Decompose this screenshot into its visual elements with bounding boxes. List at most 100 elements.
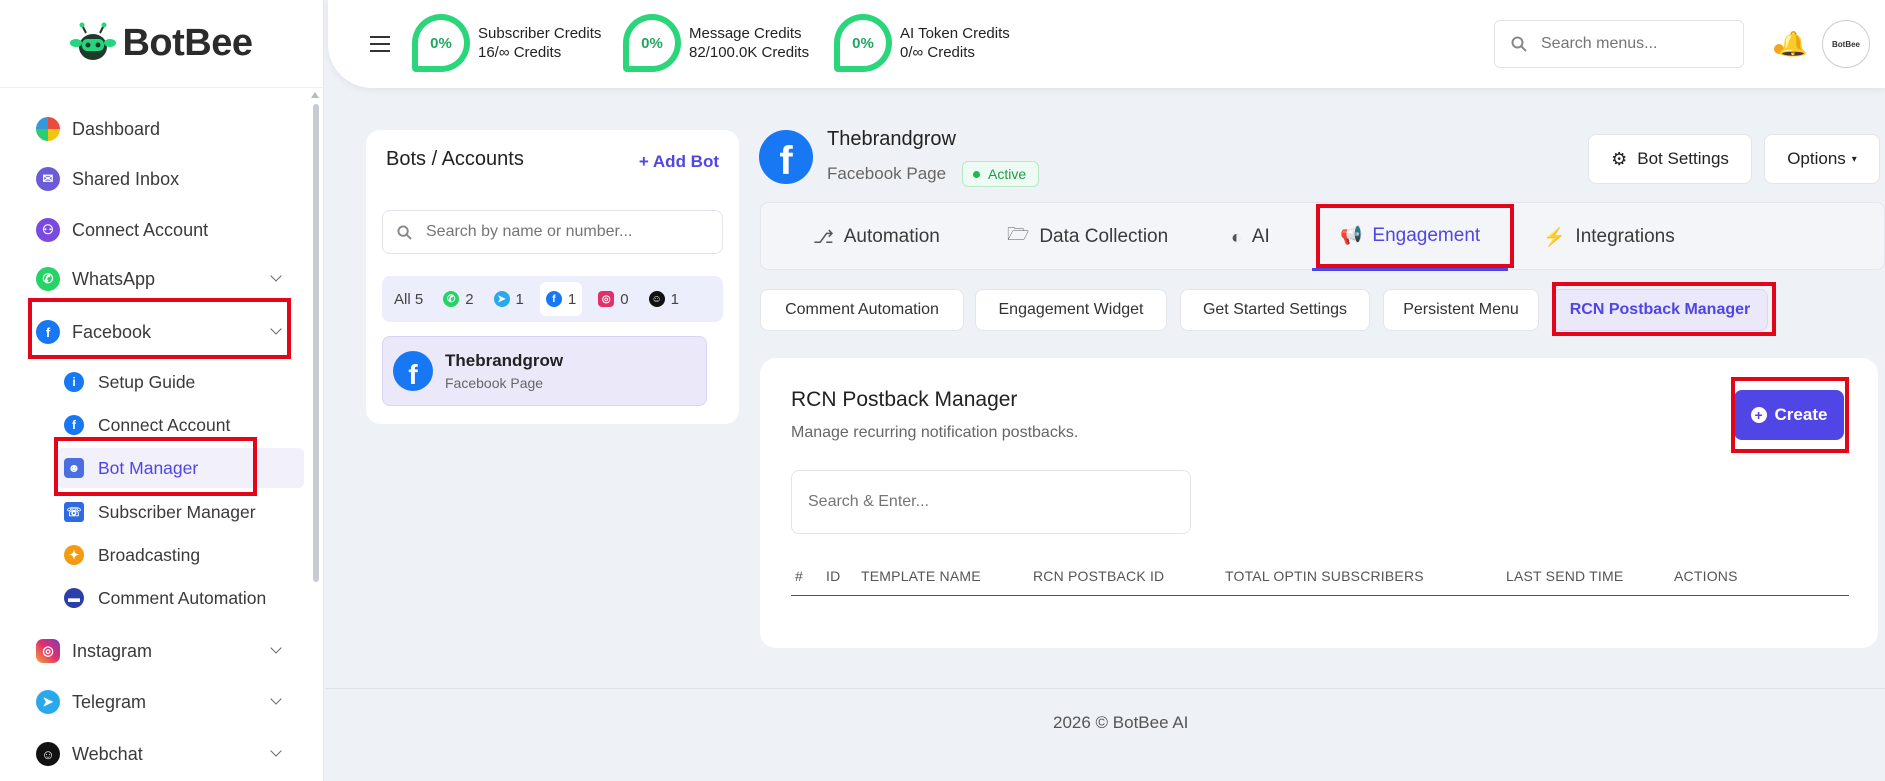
subtab-rcn-postback-manager[interactable]: RCN Postback Manager (1552, 289, 1768, 331)
credit-progress-ring: 0% (623, 14, 681, 72)
subtab-comment-automation[interactable]: Comment Automation (760, 289, 964, 331)
column-header[interactable]: RCN POSTBACK ID (1033, 568, 1164, 584)
folder-icon: 🗁 (1007, 224, 1030, 244)
filter-facebook[interactable]: f1 (539, 282, 583, 316)
filter-webchat[interactable]: ☺ 1 (645, 282, 683, 316)
filter-instagram[interactable]: ◎ 0 (594, 282, 632, 316)
subscriber-icon: ☏ (64, 502, 84, 522)
tab-data-collection[interactable]: 🗁 Data Collection (1007, 203, 1168, 271)
filter-count: 2 (465, 290, 474, 308)
megaphone-icon: 📢 (1340, 225, 1363, 245)
menu-search-input[interactable] (1541, 35, 1721, 53)
sidebar-sub-label: Comment Automation (98, 587, 267, 608)
subtab-engagement-widget[interactable]: Engagement Widget (975, 289, 1167, 331)
robot-icon: ☻ (64, 458, 84, 478)
sidebar-sub-comment-automation[interactable]: ▬ Comment Automation (64, 578, 304, 618)
filter-whatsapp[interactable]: ✆ 2 (439, 282, 477, 316)
sidebar-sub-label: Subscriber Manager (98, 501, 256, 522)
facebook-icon: f (393, 351, 433, 391)
sidebar-scrollbar[interactable] (313, 104, 319, 582)
filter-count: 1 (567, 290, 577, 308)
column-header[interactable]: LAST SEND TIME (1506, 568, 1623, 584)
status-badge: Active (962, 161, 1040, 187)
bell-icon[interactable]: 🔔 (1778, 30, 1808, 59)
subtab-get-started-settings[interactable]: Get Started Settings (1180, 289, 1370, 331)
tab-ai[interactable]: ◐ AI (1231, 203, 1270, 271)
status-dot-icon (973, 170, 980, 178)
subtab-persistent-menu[interactable]: Persistent Menu (1383, 289, 1539, 331)
column-header[interactable]: ACTIONS (1674, 568, 1738, 584)
filter-all[interactable]: All 5 (390, 282, 427, 316)
sidebar-item-telegram[interactable]: ➤ Telegram (36, 682, 286, 722)
sidebar-sub-label: Setup Guide (98, 371, 196, 392)
sidebar-sub-setup-guide[interactable]: i Setup Guide (64, 362, 304, 402)
options-button[interactable]: Options ▾ (1764, 134, 1880, 184)
filter-count: 0 (620, 290, 629, 308)
table-search-input[interactable] (808, 493, 1168, 511)
sidebar-item-webchat[interactable]: ☺ Webchat (36, 734, 286, 774)
options-label: Options (1787, 149, 1846, 168)
plug-icon: ⚡ (1543, 226, 1566, 247)
table-search[interactable] (791, 470, 1191, 534)
bots-search-input[interactable] (426, 223, 706, 241)
brand-logo[interactable]: BotBee (0, 0, 323, 88)
sidebar-item-label: Connect Account (72, 219, 209, 240)
facebook-page-icon: f (759, 130, 813, 184)
sidebar: BotBee Dashboard ✉ Shared Inbox ⚇ Connec… (0, 0, 324, 781)
bots-title: Bots / Accounts (386, 148, 524, 170)
subscriber-credits: 0% Subscriber Credits 16/∞ Credits (412, 14, 601, 72)
bots-search[interactable] (382, 210, 723, 254)
filter-telegram[interactable]: ➤ 1 (490, 282, 528, 316)
search-icon (1511, 36, 1527, 52)
avatar[interactable]: BotBee (1822, 20, 1870, 68)
gear-icon: ⚙ (1611, 148, 1628, 169)
menu-search[interactable] (1494, 20, 1744, 68)
sidebar-item-facebook[interactable]: f Facebook (36, 312, 286, 352)
sidebar-item-label: WhatsApp (72, 268, 156, 289)
sidebar-item-connect-account[interactable]: ⚇ Connect Account (36, 210, 286, 250)
chevron-down-icon (270, 693, 282, 705)
filter-count: 5 (414, 290, 424, 308)
sidebar-item-label: Shared Inbox (72, 168, 180, 189)
facebook-icon: f (64, 415, 84, 435)
chevron-down-icon (270, 745, 282, 757)
bot-settings-label: Bot Settings (1637, 149, 1729, 168)
sidebar-sub-subscriber-manager[interactable]: ☏ Subscriber Manager (64, 492, 304, 532)
add-bot-button[interactable]: + Add Bot (639, 152, 719, 172)
tab-automation[interactable]: ⎇ Automation (813, 203, 940, 271)
sidebar-item-whatsapp[interactable]: ✆ WhatsApp (36, 259, 286, 299)
tab-engagement[interactable]: 📢 Engagement (1312, 203, 1509, 271)
footer-divider (325, 688, 1885, 689)
credit-value: 16/∞ Credits (478, 44, 562, 61)
sidebar-item-label: Dashboard (72, 118, 161, 139)
message-credits: 0% Message Credits 82/100.0K Credits (623, 14, 809, 72)
hamburger-menu-icon[interactable] (370, 36, 390, 52)
feature-tabs: ⎇ Automation 🗁 Data Collection ◐ AI 📢 En… (760, 202, 1885, 271)
bot-settings-button[interactable]: ⚙ Bot Settings (1588, 134, 1752, 184)
sidebar-item-dashboard[interactable]: Dashboard (36, 109, 286, 149)
chevron-down-icon (270, 323, 282, 335)
sidebar-item-label: Webchat (72, 743, 143, 764)
create-button[interactable]: + Create (1734, 390, 1844, 440)
add-bot-label: Add Bot (652, 152, 719, 171)
plus-icon: + (638, 152, 649, 171)
tab-integrations[interactable]: ⚡ Integrations (1543, 203, 1675, 271)
comment-icon: ▬ (64, 588, 84, 608)
bot-list-item[interactable]: f Thebrandgrow Facebook Page (382, 336, 707, 406)
sidebar-sub-broadcasting[interactable]: ✦ Broadcasting (64, 535, 304, 575)
sidebar-sub-bot-manager[interactable]: ☻ Bot Manager (56, 448, 304, 488)
column-header[interactable]: # (795, 568, 803, 584)
column-header[interactable]: ID (826, 568, 840, 584)
scroll-up-arrow[interactable] (311, 92, 319, 98)
column-header[interactable]: TOTAL OPTIN SUBSCRIBERS (1225, 568, 1424, 584)
column-header[interactable]: TEMPLATE NAME (861, 568, 981, 584)
sidebar-sub-connect-account[interactable]: f Connect Account (64, 405, 304, 445)
credit-value: 0/∞ Credits (900, 44, 975, 61)
bot-type: Facebook Page (445, 375, 544, 391)
section-title: RCN Postback Manager (791, 388, 1018, 411)
sidebar-item-shared-inbox[interactable]: ✉ Shared Inbox (36, 159, 286, 199)
filter-count: 1 (670, 290, 679, 308)
credit-progress-ring: 0% (412, 14, 470, 72)
sidebar-item-instagram[interactable]: ◎ Instagram (36, 631, 286, 671)
filter-label: All (394, 290, 411, 308)
